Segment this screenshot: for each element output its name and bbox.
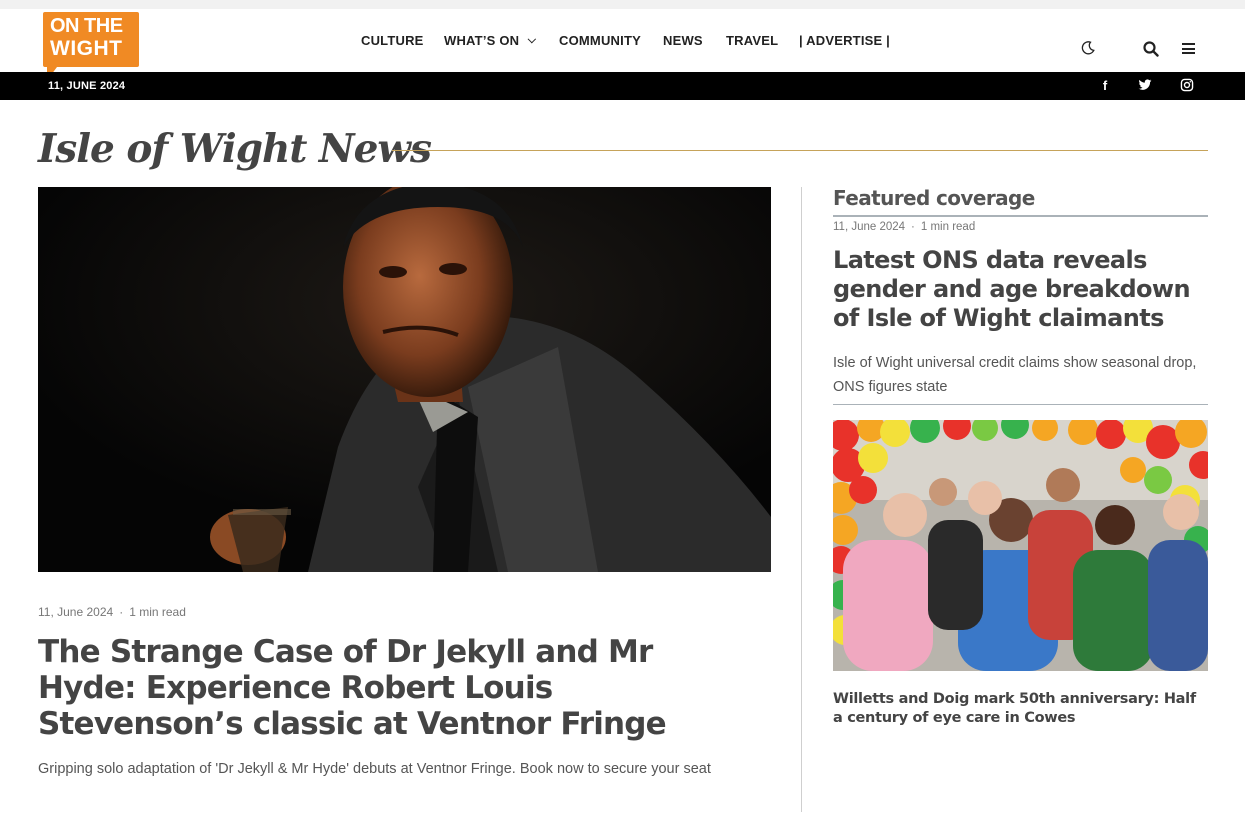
facebook-icon[interactable]: f <box>1097 78 1113 94</box>
nav-label: TRAVEL <box>726 33 779 48</box>
secondary-article-image[interactable] <box>833 420 1208 671</box>
featured-article-excerpt: Isle of Wight universal credit claims sh… <box>833 355 1197 395</box>
featured-divider <box>833 215 1208 217</box>
nav-label: | ADVERTISE | <box>799 33 891 48</box>
main-article-excerpt: Gripping solo adaptation of 'Dr Jekyll &… <box>38 761 711 777</box>
page-title: Isle of Wight News <box>38 126 432 172</box>
meta-separator: · <box>911 221 915 233</box>
featured-article-meta: 11, June 2024 · 1 min read <box>833 221 975 233</box>
secondary-article-title[interactable]: Willetts and Doig mark 50th anniversary:… <box>833 690 1208 728</box>
main-article-title[interactable]: The Strange Case of Dr Jekyll and Mr Hyd… <box>38 634 758 742</box>
nav-item-advertise[interactable]: | ADVERTISE | <box>799 33 890 48</box>
main-nav: CULTURE WHAT’S ON COMMUNITY NEWS TRAVEL … <box>0 33 1245 49</box>
featured-divider-2 <box>833 404 1208 405</box>
current-date: 11, JUNE 2024 <box>48 80 126 92</box>
top-strip <box>0 0 1245 9</box>
read-time: 1 min read <box>129 605 186 619</box>
nav-item-travel[interactable]: TRAVEL <box>726 33 778 48</box>
top-bar: 11, JUNE 2024 f <box>0 72 1245 100</box>
nav-label: WHAT’S ON <box>444 33 520 48</box>
instagram-icon[interactable] <box>1179 78 1195 96</box>
site-header: ON THE WIGHT CULTURE WHAT’S ON COMMUNITY… <box>0 9 1245 75</box>
nav-item-whats-on[interactable]: WHAT’S ON <box>444 33 537 48</box>
chevron-down-icon <box>527 34 537 44</box>
featured-heading: Featured coverage <box>833 186 1035 210</box>
nav-item-culture[interactable]: CULTURE <box>361 33 424 48</box>
nav-item-news[interactable]: NEWS <box>663 33 703 48</box>
featured-article-title[interactable]: Latest ONS data reveals gender and age b… <box>833 246 1208 333</box>
nav-label: NEWS <box>663 33 703 48</box>
column-divider <box>801 187 802 812</box>
twitter-icon[interactable] <box>1137 78 1153 96</box>
nav-label: COMMUNITY <box>559 33 641 48</box>
moon-icon[interactable] <box>1080 40 1096 56</box>
article-date: 11, June 2024 <box>833 221 906 233</box>
title-divider <box>392 150 1208 151</box>
read-time: 1 min read <box>920 221 976 233</box>
nav-label: CULTURE <box>361 33 424 48</box>
menu-icon[interactable] <box>1182 43 1195 54</box>
search-icon[interactable] <box>1143 41 1159 57</box>
meta-separator: · <box>119 605 124 619</box>
article-date: 11, June 2024 <box>38 605 114 619</box>
main-article-image[interactable] <box>38 187 771 572</box>
main-article-meta: 11, June 2024 · 1 min read <box>38 605 186 619</box>
nav-item-community[interactable]: COMMUNITY <box>559 33 641 48</box>
